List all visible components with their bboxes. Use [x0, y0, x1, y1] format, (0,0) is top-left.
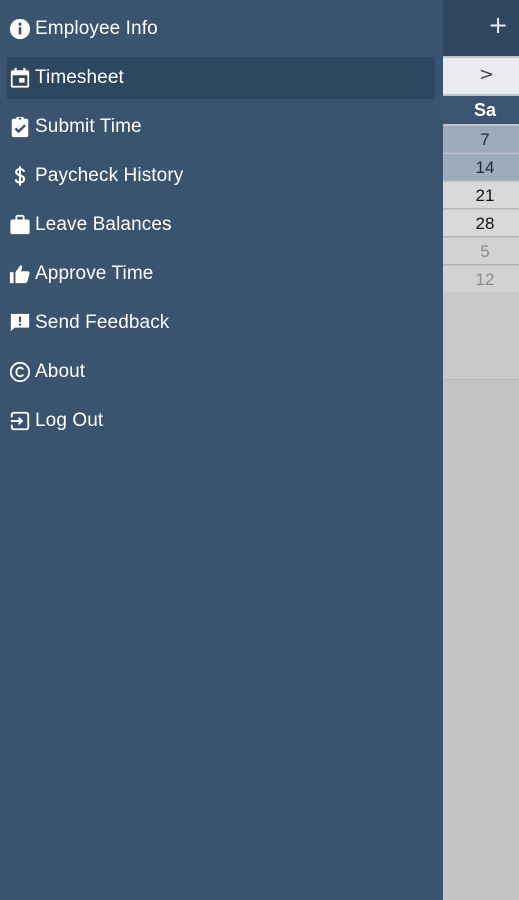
menu-item-submit-time[interactable]: Submit Time: [0, 106, 443, 148]
calendar-icon: [9, 67, 31, 89]
day-of-week-header: Sa: [443, 96, 519, 124]
calendar-day[interactable]: 5: [443, 238, 519, 265]
menu-item-timesheet[interactable]: Timesheet: [7, 57, 435, 99]
menu-item-leave-balances[interactable]: Leave Balances: [0, 204, 443, 246]
navigation-drawer: Employee Info Timesheet Submit Time Payc…: [0, 0, 443, 900]
menu-item-label: About: [35, 361, 86, 382]
briefcase-icon: [9, 214, 31, 236]
calendar-day[interactable]: 14: [443, 154, 519, 181]
menu-item-label: Send Feedback: [35, 312, 170, 333]
menu-item-label: Log Out: [35, 410, 104, 431]
menu-item-log-out[interactable]: Log Out: [0, 400, 443, 442]
menu-item-label: Employee Info: [35, 18, 158, 39]
add-button[interactable]: +: [487, 13, 509, 37]
menu-item-about[interactable]: About: [0, 351, 443, 393]
calendar-nav-row: >: [443, 58, 519, 94]
menu-item-label: Paycheck History: [35, 165, 184, 186]
clipboard-check-icon: [9, 116, 31, 138]
calendar: > Sa 7 14 21 28 5 12: [443, 56, 519, 900]
calendar-empty-area: [443, 292, 519, 380]
menu-item-label: Submit Time: [35, 116, 142, 137]
calendar-day[interactable]: 28: [443, 210, 519, 237]
menu-item-employee-info[interactable]: Employee Info: [0, 8, 443, 50]
menu-item-send-feedback[interactable]: Send Feedback: [0, 302, 443, 344]
menu-item-paycheck-history[interactable]: Paycheck History: [0, 155, 443, 197]
menu-item-label: Approve Time: [35, 263, 154, 284]
menu-item-approve-time[interactable]: Approve Time: [0, 253, 443, 295]
info-icon: [9, 18, 31, 40]
thumbs-up-icon: [9, 263, 31, 285]
logout-icon: [9, 410, 31, 432]
menu-item-label: Timesheet: [35, 67, 124, 88]
calendar-day[interactable]: 7: [443, 126, 519, 153]
dollar-icon: [9, 165, 31, 187]
calendar-day[interactable]: 12: [443, 266, 519, 293]
next-month-button[interactable]: >: [479, 64, 494, 85]
menu-item-label: Leave Balances: [35, 214, 172, 235]
app-toolbar: +: [443, 0, 519, 56]
calendar-day[interactable]: 21: [443, 182, 519, 209]
copyright-icon: [9, 361, 31, 383]
feedback-icon: [9, 312, 31, 334]
